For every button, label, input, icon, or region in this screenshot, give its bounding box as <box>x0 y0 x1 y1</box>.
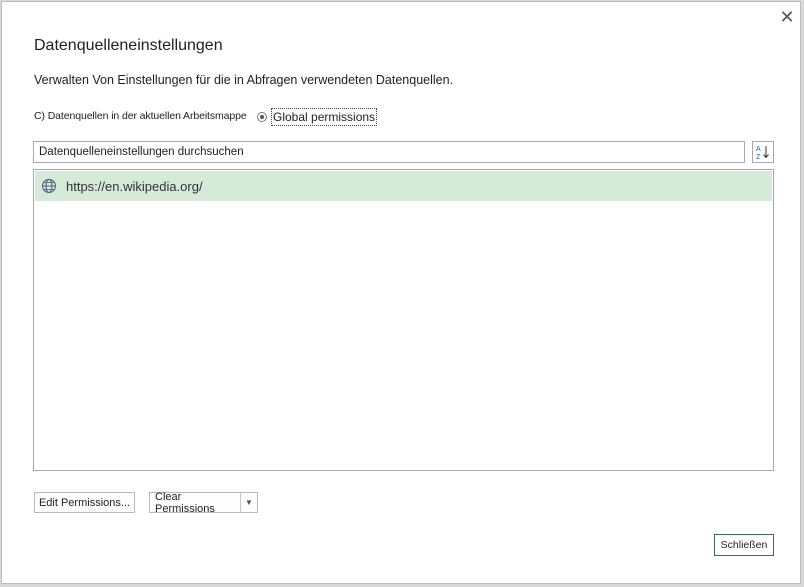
data-source-settings-dialog: ✕ Datenquelleneinstellungen Verwalten Vo… <box>1 1 801 584</box>
dialog-title: Datenquelleneinstellungen <box>34 37 223 54</box>
chevron-down-icon[interactable]: ▼ <box>241 498 257 507</box>
list-item[interactable]: https://en.wikipedia.org/ <box>35 171 772 201</box>
clear-permissions-label: Clear Permissions <box>155 490 215 515</box>
edit-permissions-button[interactable]: Edit Permissions... <box>34 492 135 513</box>
radio-global-permissions[interactable]: Global permissions <box>257 108 378 126</box>
close-icon[interactable]: ✕ <box>776 6 798 28</box>
close-button[interactable]: Schließen <box>714 534 774 556</box>
svg-text:A: A <box>756 146 761 153</box>
data-source-url: https://en.wikipedia.org/ <box>66 178 203 194</box>
svg-text:Z: Z <box>756 154 761 160</box>
search-input[interactable] <box>33 141 745 163</box>
radio-global-label: Global permissions <box>271 108 378 126</box>
radio-selected-icon[interactable] <box>257 112 267 122</box>
dialog-description: Verwalten Von Einstellungen für die in A… <box>34 73 454 87</box>
sort-button[interactable]: A Z <box>752 141 774 163</box>
clear-permissions-button[interactable]: Clear Permissions ▼ <box>149 490 258 515</box>
radio-current-workbook[interactable]: C) Datenquellen in der aktuellen Arbeits… <box>34 110 247 122</box>
globe-icon <box>41 178 57 194</box>
sort-az-icon: A Z <box>756 146 769 160</box>
data-source-list[interactable]: https://en.wikipedia.org/ <box>33 169 774 471</box>
